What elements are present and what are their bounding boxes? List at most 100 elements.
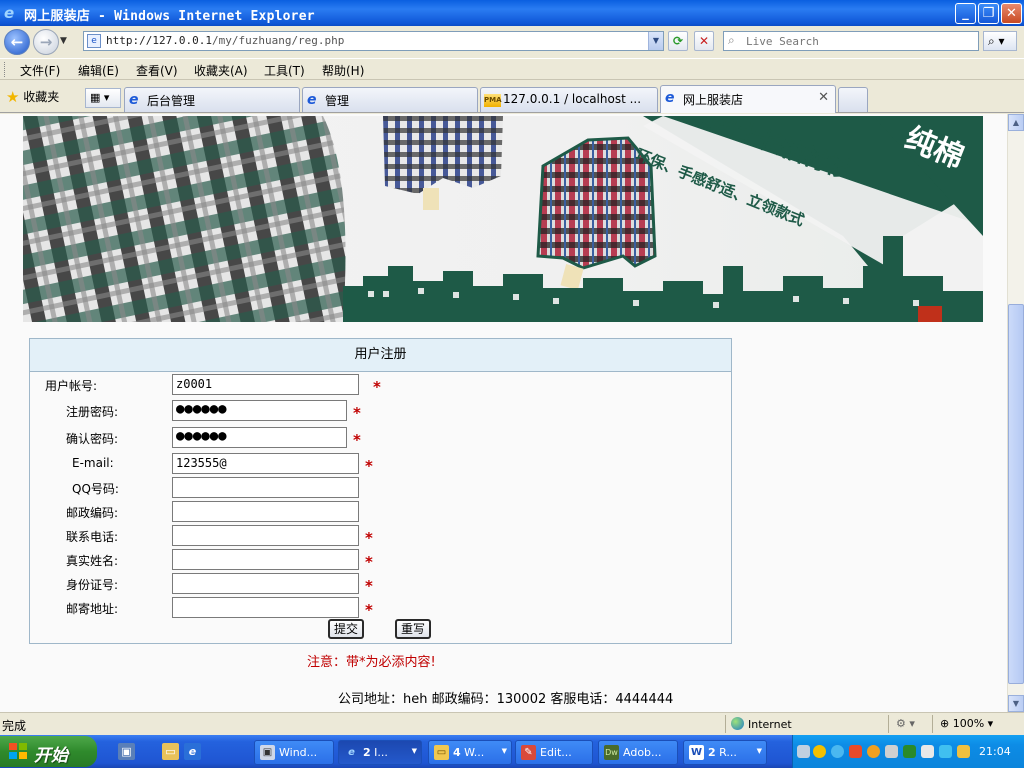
realname-input[interactable] [172,549,359,570]
star-icon: ★ [6,88,20,106]
word-icon: W [689,745,704,760]
qq-input[interactable] [172,477,359,498]
editor-icon: ✎ [521,745,536,760]
page-content: 高休闲男士长袖衬衫 环保、手感舒适、立领款式 纯棉 用户注册 用户帐号: z00… [0,114,1007,712]
menu-favorites[interactable]: 收藏夹(A) [194,62,248,79]
close-tab-icon[interactable]: ✕ [818,90,829,105]
menu-bar: 文件(F) 编辑(E) 查看(V) 收藏夹(A) 工具(T) 帮助(H) [0,58,1024,80]
field-label: E-mail: [72,456,114,470]
address-input[interactable] [172,597,359,618]
search-provider-icon: ⌕ [728,33,735,47]
field-phone: 联系电话: * [30,525,731,547]
taskbar: 开始 ▣ ▭ e ▣ Wind... e 2 I... ▼ ▭ 4 W... ▼… [0,735,1024,768]
zoom-control[interactable]: ⊕ 100% ▾ [940,717,993,730]
field-label: 联系电话: [66,530,119,544]
banner-artwork: 高休闲男士长袖衬衫 环保、手感舒适、立领款式 纯棉 [23,116,983,322]
field-qq: QQ号码: [30,477,731,499]
folder-icon[interactable]: ▭ [162,743,179,760]
menu-tools[interactable]: 工具(T) [264,62,305,79]
tray-app-icon[interactable] [885,745,898,758]
phone-input[interactable] [172,525,359,546]
ie-quicklaunch-icon[interactable]: e [184,743,201,760]
network-icon[interactable] [797,745,810,758]
messenger-icon[interactable] [831,745,844,758]
tray-app-icon[interactable] [903,745,916,758]
security-zone: Internet [731,717,792,731]
reset-button[interactable]: 重写 [395,619,432,639]
confirm-password-input[interactable]: ●●●●●● [172,427,347,448]
search-input[interactable] [746,33,976,49]
email-input[interactable]: 123555@ [172,453,359,474]
refresh-button[interactable]: ⟳ [668,31,688,51]
shield-icon[interactable] [957,745,970,758]
stop-button[interactable]: ✕ [694,31,714,51]
required-mark: * [365,529,373,547]
idcard-input[interactable] [172,573,359,594]
favorites-button[interactable]: ★ 收藏夹 [6,88,59,106]
required-notice: 注意：带*为必添内容! [307,655,436,670]
tray-app-icon[interactable] [849,745,862,758]
required-mark: * [365,457,373,475]
menu-help[interactable]: 帮助(H) [322,62,364,79]
back-button[interactable]: ← [4,29,30,55]
menu-file[interactable]: 文件(F) [20,62,60,79]
status-divider [932,715,933,733]
menu-view[interactable]: 查看(V) [136,62,178,79]
submit-button[interactable]: 提交 [328,619,365,639]
search-box[interactable]: ⌕ [723,31,979,51]
required-mark: * [365,601,373,619]
tab-shop[interactable]: e 网上服装店 ✕ [660,85,836,113]
close-window-button[interactable]: ✕ [1001,3,1022,24]
required-mark: * [373,378,381,396]
windows-flag-icon [9,743,28,760]
taskbar-item-explorer[interactable]: ▭ 4 W... ▼ [428,740,512,765]
field-password: 注册密码: ●●●●●● * [30,400,731,422]
field-address: 邮寄地址: * [30,597,731,619]
tab-phpmyadmin[interactable]: PMA 127.0.0.1 / localhost ... [480,87,658,112]
quick-tabs-button[interactable]: ▦ ▾ [85,88,121,108]
start-button[interactable]: 开始 [0,736,97,767]
vertical-scrollbar[interactable]: ▲ ▼ [1007,114,1024,712]
taskbar-item-dreamweaver[interactable]: Dw Adob... [598,740,678,765]
minimize-button[interactable]: _ [955,3,976,24]
restore-button[interactable]: ❐ [978,3,999,24]
required-mark: * [353,404,361,422]
field-label: 邮政编码: [66,506,119,520]
address-dropdown-icon[interactable]: ▼ [648,32,663,50]
menu-edit[interactable]: 编辑(E) [78,62,119,79]
recent-pages-dropdown[interactable]: ▼ [60,36,67,46]
password-input[interactable]: ●●●●●● [172,400,347,421]
qq-icon[interactable] [867,745,880,758]
phpmyadmin-icon: PMA [484,94,502,107]
tray-app-icon[interactable] [939,745,952,758]
qq-icon[interactable] [813,745,826,758]
protected-mode-icon[interactable]: ⚙ ▾ [896,717,915,730]
page-icon: e [87,34,101,48]
username-input[interactable]: z0001 [172,374,359,395]
show-desktop-icon[interactable]: ▣ [118,743,135,760]
address-url[interactable]: http://127.0.0.1/my/fuzhuang/reg.php [106,34,344,47]
status-text: 完成 [2,719,27,733]
scroll-thumb[interactable] [1008,304,1024,684]
taskbar-item-editplus[interactable]: ✎ Edit... [515,740,593,765]
forward-button[interactable]: → [33,29,59,55]
globe-icon [731,717,744,730]
field-label: 注册密码: [66,405,119,419]
tab-manage[interactable]: e 管理 [302,87,478,112]
field-username: 用户帐号: z0001 * [30,374,731,396]
taskbar-item-ie[interactable]: e 2 I... ▼ [338,740,422,765]
address-bar[interactable]: e http://127.0.0.1/my/fuzhuang/reg.php ▼ [83,31,664,51]
scroll-down-icon[interactable]: ▼ [1008,695,1024,712]
tab-admin[interactable]: e 后台管理 [124,87,300,112]
status-divider [725,715,726,733]
field-idcard: 身份证号: * [30,573,731,595]
taskbar-item-windows[interactable]: ▣ Wind... [254,740,334,765]
search-go-button[interactable]: ⌕ ▾ [983,31,1017,51]
registration-form: 用户注册 用户帐号: z0001 * 注册密码: ●●●●●● * 确认密码: … [29,338,732,644]
postcode-input[interactable] [172,501,359,522]
ie-page-icon: e [665,90,675,106]
scroll-up-icon[interactable]: ▲ [1008,114,1024,131]
tray-app-icon[interactable] [921,745,934,758]
taskbar-item-word[interactable]: W 2 R... ▼ [683,740,767,765]
new-tab-button[interactable] [838,87,868,112]
